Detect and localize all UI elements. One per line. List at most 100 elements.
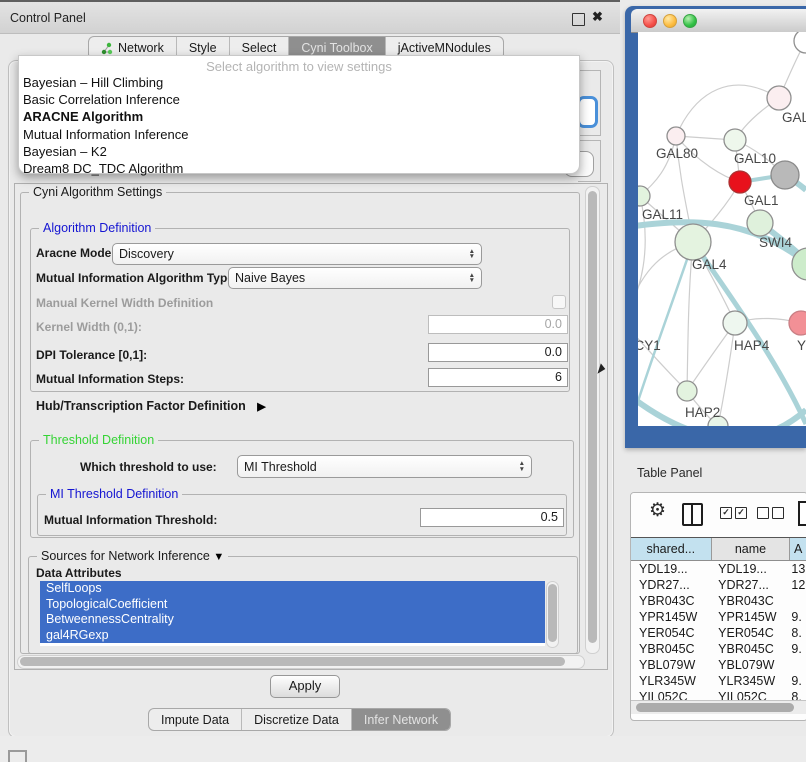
aracne-mode-select[interactable]: Discovery ▲▼ <box>112 243 482 265</box>
manual-kernel-label: Manual Kernel Width Definition <box>36 296 213 310</box>
tab-label: jActiveMNodules <box>398 41 491 55</box>
list-item[interactable]: gal4RGexp <box>40 628 545 644</box>
select-all-checkbox-icon-2[interactable]: ✓ <box>735 507 747 519</box>
gear-icon[interactable]: ⚙ <box>649 499 666 522</box>
node-label: GAL1 <box>744 193 779 208</box>
network-icon <box>101 42 113 55</box>
stepper-icon: ▲▼ <box>463 249 475 260</box>
table-row[interactable]: YER054CYER054C8. <box>631 625 806 641</box>
list-item[interactable]: SelfLoops <box>40 581 545 597</box>
which-threshold-select[interactable]: MI Threshold ▲▼ <box>237 455 532 478</box>
select-all-checkbox-icon[interactable]: ✓ <box>720 507 732 519</box>
settings-horizontal-scrollbar[interactable] <box>17 655 585 669</box>
dpi-tolerance-field[interactable]: 0.0 <box>428 343 568 362</box>
expand-arrow-icon: ▶ <box>257 401 265 413</box>
node-label: GAL11 <box>642 207 683 222</box>
list-scrollbar[interactable] <box>546 581 559 648</box>
node-swi4[interactable] <box>747 210 773 236</box>
tab-label: Select <box>242 41 277 55</box>
node-hap2[interactable] <box>677 381 697 401</box>
export-table-icon[interactable] <box>798 501 806 526</box>
tab-discretize-data[interactable]: Discretize Data <box>242 709 352 730</box>
deselect-checkbox-icon[interactable] <box>757 507 769 519</box>
float-window-icon[interactable] <box>572 13 585 26</box>
node-table: shared... name A YDL19...YDL19...13 YDR2… <box>631 537 806 702</box>
control-panel-titlebar: Control Panel ✖ <box>0 2 620 34</box>
table-row[interactable]: YDL19...YDL19...13 <box>631 561 806 577</box>
cyni-bottom-tabs: Impute Data Discretize Data Infer Networ… <box>148 708 451 731</box>
data-attributes-list: SelfLoops TopologicalCoefficient Between… <box>40 581 545 646</box>
node-hap4[interactable] <box>723 311 747 335</box>
list-item[interactable]: BetweennessCentrality <box>40 612 545 628</box>
dropdown-item[interactable]: Dream8 DC_TDC Algorithm <box>19 160 579 177</box>
dropdown-item[interactable]: Basic Correlation Inference <box>19 91 579 108</box>
table-row[interactable]: YDR27...YDR27...12 <box>631 577 806 593</box>
minimized-panel-icon[interactable] <box>8 750 27 762</box>
network-window-titlebar[interactable] <box>631 9 806 33</box>
node[interactable] <box>794 32 806 53</box>
tab-infer-network[interactable]: Infer Network <box>352 709 450 730</box>
table-panel-title: Table Panel <box>637 466 702 480</box>
close-icon[interactable]: ✖ <box>592 9 603 25</box>
control-panel-title: Control Panel <box>10 11 86 25</box>
aracne-mode-label: Aracne Mode: <box>36 246 115 260</box>
settings-vertical-scrollbar[interactable] <box>585 186 600 654</box>
focused-combo-fragment[interactable] <box>577 96 598 128</box>
minimize-traffic-light[interactable] <box>663 14 677 28</box>
node-gal10[interactable] <box>724 129 746 151</box>
hub-definition-expander[interactable]: Hub/Transcription Factor Definition ▶ <box>36 399 266 413</box>
node-gal4[interactable] <box>675 224 711 260</box>
column-header-shared-name[interactable]: shared... <box>631 538 712 560</box>
node-gal80[interactable] <box>667 127 685 145</box>
manual-kernel-checkbox[interactable] <box>552 295 566 309</box>
tab-label: Network <box>118 41 164 55</box>
node-label: HAP4 <box>734 338 770 353</box>
mi-type-select[interactable]: Naive Bayes ▲▼ <box>228 267 482 289</box>
node-label: HAP2 <box>685 405 720 420</box>
network-canvas[interactable]: GAL GAL80 GAL10 GAL1 GAL11 SWI4 GAL4 GCY… <box>638 32 806 426</box>
dropdown-item[interactable]: Bayesian – K2 <box>19 143 579 160</box>
dropdown-prompt: Select algorithm to view settings <box>19 56 579 74</box>
group-title: Threshold Definition <box>39 433 158 447</box>
apply-button[interactable]: Apply <box>270 675 340 698</box>
table-row[interactable]: YLR345WYLR345W9. <box>631 673 806 689</box>
deselect-checkbox-icon-2[interactable] <box>772 507 784 519</box>
dropdown-item[interactable]: Mutual Information Inference <box>19 126 579 143</box>
mi-steps-field[interactable]: 6 <box>428 368 568 387</box>
combo-value: MI Threshold <box>244 460 317 474</box>
mi-type-label: Mutual Information Algorithm Type: <box>36 271 238 285</box>
node-gal1[interactable] <box>729 171 751 193</box>
node-label: GAL10 <box>734 151 776 166</box>
node-salmon[interactable] <box>789 311 806 335</box>
list-item[interactable]: TopologicalCoefficient <box>40 597 545 613</box>
table-row[interactable]: YPR145WYPR145W9. <box>631 609 806 625</box>
kernel-width-field[interactable]: 0.0 <box>428 315 568 334</box>
zoom-traffic-light[interactable] <box>683 14 697 28</box>
table-panel: ⚙ ✓ ✓ shared... name A YDL19...YDL19...1… <box>630 492 806 721</box>
mi-threshold-field[interactable]: 0.5 <box>420 508 564 527</box>
column-header-name[interactable]: name <box>712 538 791 560</box>
mi-threshold-label: Mutual Information Threshold: <box>44 513 217 527</box>
group-title: Algorithm Definition <box>39 221 155 235</box>
group-title: Sources for Network Inference ▼ <box>37 549 228 563</box>
dropdown-item[interactable]: Bayesian – Hill Climbing <box>19 74 579 91</box>
node-label: SWI4 <box>759 235 792 250</box>
column-layout-icon[interactable] <box>682 503 703 526</box>
table-row[interactable]: YBL079WYBL079W <box>631 657 806 673</box>
column-header-partial[interactable]: A <box>790 538 806 560</box>
which-threshold-label: Which threshold to use: <box>80 460 217 474</box>
tab-label: Cyni Toolbox <box>301 41 372 55</box>
dpi-tolerance-label: DPI Tolerance [0,1]: <box>36 348 147 362</box>
table-row[interactable]: YBR043CYBR043C <box>631 593 806 609</box>
dropdown-item[interactable]: ARACNE Algorithm <box>19 108 579 125</box>
tab-impute-data[interactable]: Impute Data <box>149 709 242 730</box>
table-header: shared... name A <box>631 537 806 561</box>
table-horizontal-scrollbar[interactable] <box>631 700 806 714</box>
group-title: Cyni Algorithm Settings <box>29 185 166 199</box>
node-gal[interactable] <box>767 86 791 110</box>
app-window: Control Panel ✖ Network Style Select Cyn… <box>0 0 806 762</box>
combo-value: Discovery <box>119 247 174 261</box>
group-title: MI Threshold Definition <box>46 487 182 501</box>
close-traffic-light[interactable] <box>643 14 657 28</box>
table-row[interactable]: YBR045CYBR045C9. <box>631 641 806 657</box>
